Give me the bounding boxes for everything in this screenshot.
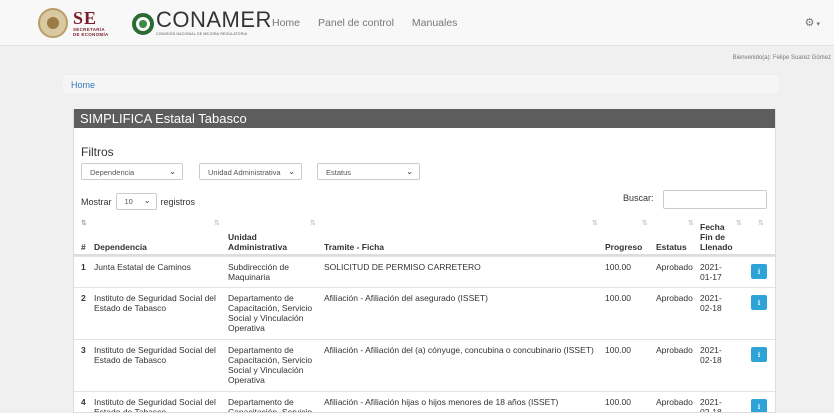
unidad-administrativa-select[interactable]: Unidad Administrativa ⌄ (199, 163, 302, 180)
nav-panel-de-control[interactable]: Panel de control (318, 17, 394, 29)
sort-icon: ⇅ (310, 220, 316, 227)
sort-icon: ⇅ (758, 220, 764, 227)
table-row: 3 Instituto de Seguridad Social del Esta… (74, 339, 775, 391)
table-row: 2 Instituto de Seguridad Social del Esta… (74, 287, 775, 339)
panel-title: SIMPLIFICA Estatal Tabasco (74, 109, 775, 128)
breadcrumb-home-link[interactable]: Home (71, 80, 95, 90)
chevron-down-icon: ⌄ (169, 167, 176, 176)
chevron-down-icon: ⌄ (288, 167, 295, 176)
gear-icon: ⚙ (804, 17, 815, 29)
sort-icon: ⇅ (642, 220, 648, 227)
table-header[interactable]: # ⇅ Dependencia ⇅ Unidad Administrativa … (74, 216, 775, 256)
page-length-select[interactable]: 10 ⌄ (115, 193, 157, 210)
search-label: Buscar: (623, 193, 654, 203)
download-icon: ⭳ (757, 298, 761, 307)
col-num[interactable]: # (81, 242, 86, 252)
se-logo[interactable]: SE SECRETARÍA DE ECONOMÍA (73, 9, 109, 37)
col-fecha[interactable]: Fecha Fin de Llenado (700, 222, 734, 252)
download-button[interactable]: ⭳ (751, 264, 767, 279)
chevron-down-icon: ⌄ (406, 167, 413, 176)
download-icon: ⭳ (757, 402, 761, 411)
sort-asc-icon: ⇅ (81, 220, 87, 227)
breadcrumb: Home (62, 74, 780, 95)
nav-home[interactable]: Home (272, 17, 300, 29)
results-table: # ⇅ Dependencia ⇅ Unidad Administrativa … (74, 216, 775, 412)
download-button[interactable]: ⭳ (751, 295, 767, 310)
col-dependencia[interactable]: Dependencia (94, 242, 147, 252)
sort-icon: ⇅ (592, 220, 598, 227)
caret-down-icon: ▾ (816, 21, 820, 28)
welcome-text: Bienvenido(a): Felipe Suarez Gómez (732, 55, 831, 61)
table-row: 1 Junta Estatal de Caminos Subdirección … (74, 256, 775, 287)
col-tramite[interactable]: Tramite - Ficha (324, 242, 384, 252)
col-estatus[interactable]: Estatus (656, 242, 687, 252)
settings-menu[interactable]: ⚙ ▾ (805, 16, 820, 29)
filters-title: Filtros (81, 145, 114, 159)
top-navbar: SE SECRETARÍA DE ECONOMÍA CONAMER COMISI… (0, 0, 834, 46)
sort-icon: ⇅ (736, 220, 742, 227)
search-input[interactable] (663, 190, 767, 209)
sort-icon: ⇅ (688, 220, 694, 227)
conamer-logo[interactable]: CONAMER COMISIÓN NACIONAL DE MEJORA REGU… (156, 9, 272, 37)
col-unidad[interactable]: Unidad Administrativa (228, 232, 308, 252)
page-length-control: Mostrar 10 ⌄ registros (81, 193, 195, 210)
main-panel: SIMPLIFICA Estatal Tabasco Filtros Depen… (73, 109, 776, 413)
chevron-down-icon: ⌄ (143, 196, 151, 205)
table-row: 4 Instituto de Seguridad Social del Esta… (74, 391, 775, 412)
download-button[interactable]: ⭳ (751, 399, 767, 412)
estatus-select[interactable]: Estatus ⌄ (317, 163, 420, 180)
conamer-mark-icon (132, 13, 154, 35)
download-icon: ⭳ (757, 267, 761, 276)
main-nav: Home Panel de control Manuales (272, 17, 457, 29)
sort-icon: ⇅ (214, 220, 220, 227)
dependencia-select[interactable]: Dependencia ⌄ (81, 163, 183, 180)
nav-manuales[interactable]: Manuales (412, 17, 458, 29)
download-button[interactable]: ⭳ (751, 347, 767, 362)
mexico-seal-logo (38, 8, 68, 38)
download-icon: ⭳ (757, 350, 761, 359)
col-progreso[interactable]: Progreso (605, 242, 642, 252)
